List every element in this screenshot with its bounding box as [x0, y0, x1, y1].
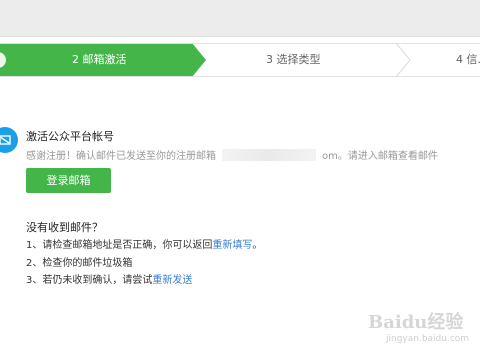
help-item-text: 3、若仍未收到确认，请尝试	[26, 275, 153, 286]
top-bar	[0, 0, 480, 37]
activation-notice: 感谢注册！确认邮件已发送至你的注册邮箱 om。请进入邮箱查看邮件	[26, 147, 438, 162]
redacted-email	[222, 149, 316, 161]
step-email-activation: 2 邮箱激活	[72, 53, 127, 66]
help-item-text: 2、检查你的邮件垃圾箱	[26, 258, 133, 269]
step-info: 4 信...	[456, 53, 480, 66]
help-title: 没有收到邮件？	[26, 221, 103, 234]
help-item-resend: 3、若仍未收到确认，请尝试重新发送	[26, 271, 192, 286]
watermark-url: jingyan.baidu.com	[386, 334, 470, 344]
resend-link[interactable]: 重新发送	[152, 275, 192, 286]
help-item-check-address: 1、请检查邮箱地址是否正确，你可以返回重新填写。	[26, 236, 262, 251]
watermark-logo: Baidu经验	[368, 312, 464, 333]
refill-link[interactable]: 重新填写	[212, 240, 252, 251]
activation-title: 激活公众平台帐号	[26, 130, 114, 143]
notice-text: 感谢注册！确认邮件已发送至你的注册邮箱	[26, 151, 216, 162]
help-item-text: 1、请检查邮箱地址是否正确，你可以返回	[26, 240, 213, 251]
help-item-check-spam: 2、检查你的邮件垃圾箱	[26, 254, 132, 269]
progress-steps: 2 邮箱激活 3 选择类型 4 信...	[0, 43, 480, 77]
help-item-end: 。	[252, 240, 263, 251]
watermark: Baidu经验 jingyan.baidu.com	[356, 308, 474, 350]
step-select-type: 3 选择类型	[266, 53, 321, 66]
login-email-button[interactable]: 登录邮箱	[26, 168, 111, 193]
notice-text-end: om。请进入邮箱查看邮件	[322, 151, 438, 162]
step-divider	[395, 43, 411, 77]
mail-icon	[0, 127, 18, 153]
